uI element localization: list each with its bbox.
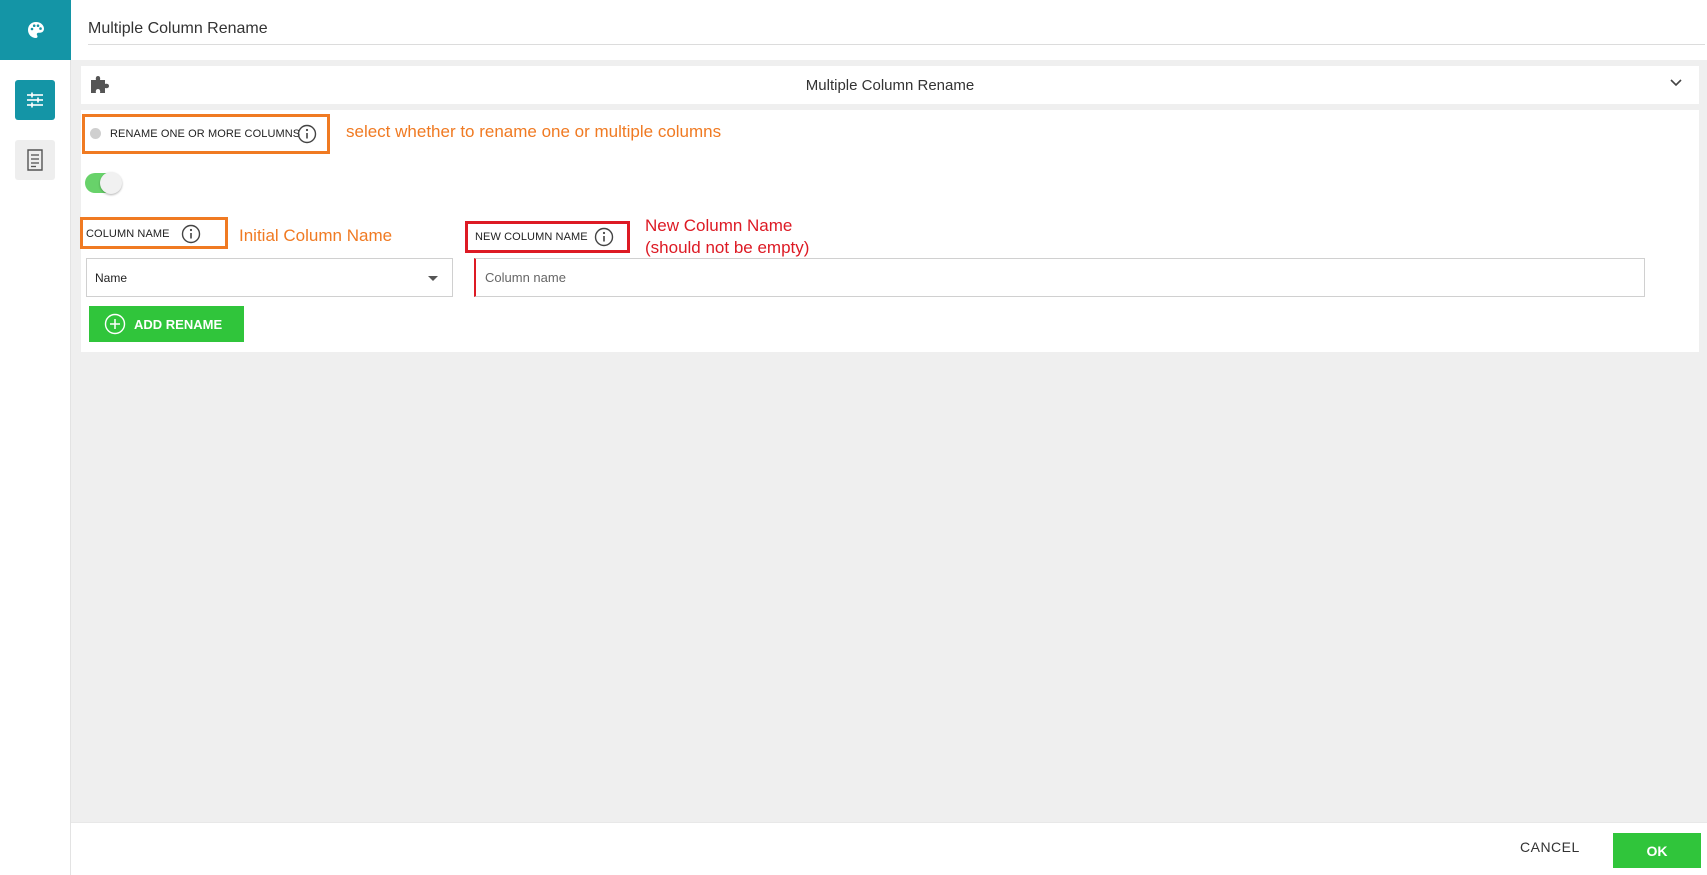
column-name-label: COLUMN NAME [86,228,170,240]
rename-mode-radio[interactable] [90,128,101,139]
palette-button[interactable] [0,0,71,60]
add-rename-label: ADD RENAME [134,316,223,332]
new-column-name-annotation: New Column Name (should not be empty) [645,215,809,259]
palette-icon [27,22,44,38]
panel-header[interactable]: Multiple Column Rename [81,66,1699,104]
column-name-selected-value: Name [95,271,128,285]
sliders-icon [27,92,43,108]
settings-tab[interactable] [15,80,55,120]
cancel-button[interactable]: CANCEL [1520,839,1580,855]
new-column-name-label: NEW COLUMN NAME [475,231,588,243]
info-icon[interactable] [181,224,201,244]
add-rename-button[interactable]: ADD RENAME [89,306,244,342]
toggle-knob [100,172,122,194]
document-icon [27,149,43,171]
rename-mode-label: RENAME ONE OR MORE COLUMNS [110,128,301,140]
workspace: Multiple Column Rename [71,60,1707,822]
multiple-columns-toggle[interactable] [85,172,122,194]
new-column-name-input[interactable] [474,258,1645,297]
info-icon[interactable] [297,124,317,144]
page-title: Multiple Column Rename [88,20,268,37]
title-divider [88,44,1705,45]
left-rail [0,0,71,875]
chevron-down-icon[interactable] [1669,78,1683,88]
new-column-annotation-line1: New Column Name [645,216,793,235]
rename-mode-annotation: select whether to rename one or multiple… [346,122,722,141]
title-bar: Multiple Column Rename [71,0,1707,60]
caret-down-icon [428,276,438,281]
column-name-annotation: Initial Column Name [239,226,393,245]
dialog-footer: CANCEL OK [71,822,1707,875]
plus-circle-icon [104,313,126,335]
ok-button[interactable]: OK [1613,833,1701,868]
info-icon[interactable] [594,227,614,247]
new-column-annotation-line2: (should not be empty) [645,238,810,257]
documentation-tab[interactable] [15,140,55,180]
column-name-select[interactable]: Name [86,258,453,297]
panel-title: Multiple Column Rename [805,77,975,94]
